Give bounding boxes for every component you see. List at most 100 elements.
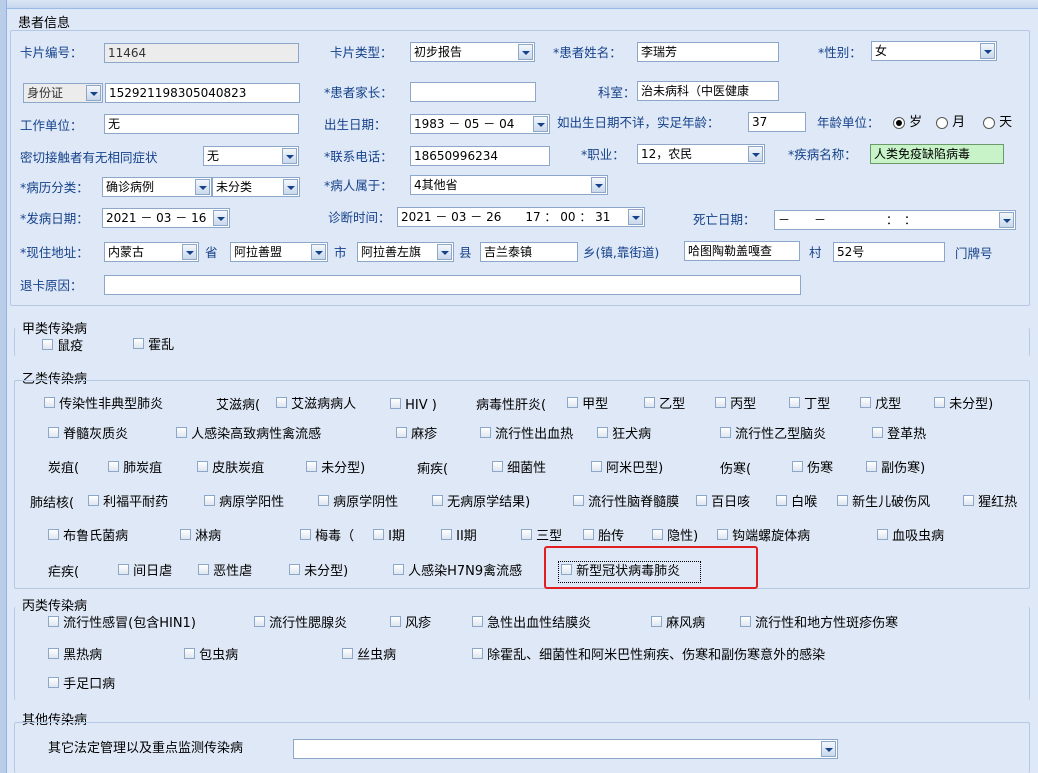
birth-date-picker[interactable]: 1983 － 05 － 04 xyxy=(410,114,550,134)
cb-aids-patient[interactable]: 艾滋病病人 xyxy=(276,395,356,415)
id-type-select[interactable]: 身份证 xyxy=(23,83,103,103)
cb-conjunctivitis[interactable]: 急性出血性结膜炎 xyxy=(472,614,591,634)
belong-select[interactable]: 4其他省 xyxy=(410,175,608,195)
checkbox-icon[interactable] xyxy=(44,397,55,408)
checkbox-icon[interactable] xyxy=(740,616,751,627)
chevron-down-icon[interactable] xyxy=(748,146,763,162)
cb-leptospirosis[interactable]: 钩端螺旋体病 xyxy=(717,527,810,547)
diag-time-picker[interactable]: 2021 － 03 － 26 17 ： 00 ： 31 xyxy=(397,207,645,227)
checkbox-icon[interactable] xyxy=(390,398,401,409)
age-unit-year[interactable]: 岁 xyxy=(893,113,922,133)
cb-echinococcosis[interactable]: 包虫病 xyxy=(184,646,238,666)
checkbox-icon[interactable] xyxy=(872,427,883,438)
checkbox-icon[interactable] xyxy=(583,529,594,540)
checkbox-icon[interactable] xyxy=(289,564,300,575)
cb-malaria-u[interactable]: 未分型) xyxy=(289,562,348,582)
chevron-down-icon[interactable] xyxy=(437,244,452,260)
checkbox-icon[interactable] xyxy=(573,495,584,506)
town-field[interactable]: 吉兰泰镇 xyxy=(480,242,578,262)
chevron-down-icon[interactable] xyxy=(213,210,228,226)
cb-tb-rif[interactable]: 利福平耐药 xyxy=(88,493,168,513)
cb-h7n9[interactable]: 人感染H7N9禽流感 xyxy=(393,562,522,582)
cb-hiv[interactable]: HIV ) xyxy=(390,396,437,416)
cb-polio[interactable]: 脊髓灰质炎 xyxy=(48,425,128,445)
cb-syp-3[interactable]: 三型 xyxy=(521,527,562,547)
checkbox-icon[interactable] xyxy=(934,397,945,408)
province-select[interactable]: 内蒙古 xyxy=(104,242,199,262)
checkbox-icon[interactable] xyxy=(651,616,662,627)
cb-diphtheria[interactable]: 白喉 xyxy=(776,493,817,513)
checkbox-icon[interactable] xyxy=(877,529,888,540)
checkbox-icon[interactable] xyxy=(48,427,59,438)
cb-gonorrhea[interactable]: 淋病 xyxy=(180,527,221,547)
checkbox-icon[interactable] xyxy=(48,677,59,688)
disease-name-field[interactable]: 人类免疫缺陷病毒 xyxy=(870,144,1004,164)
checkbox-icon[interactable] xyxy=(118,564,129,575)
checkbox-icon[interactable] xyxy=(197,461,208,472)
checkbox-icon[interactable] xyxy=(644,397,655,408)
cb-tb-neg[interactable]: 病原学阴性 xyxy=(318,493,398,513)
work-field[interactable]: 无 xyxy=(104,114,299,134)
age-field[interactable]: 37 xyxy=(748,112,806,132)
cb-syp-5[interactable]: 隐性) xyxy=(652,527,698,547)
other-disease-select[interactable] xyxy=(293,739,838,759)
checkbox-icon[interactable] xyxy=(717,529,728,540)
village-field[interactable]: 哈图陶勒盖嘎查 xyxy=(684,241,800,261)
county-select[interactable]: 阿拉善左旗 xyxy=(357,242,454,262)
cb-tb-none[interactable]: 无病原学结果) xyxy=(432,493,530,513)
cb-syp-2[interactable]: II期 xyxy=(441,527,477,547)
cb-mumps[interactable]: 流行性腮腺炎 xyxy=(254,614,347,634)
checkbox-icon[interactable] xyxy=(521,529,532,540)
cb-pertussis[interactable]: 百日咳 xyxy=(696,493,750,513)
cb-hfrs[interactable]: 流行性出血热 xyxy=(480,425,573,445)
cb-anthrax-u[interactable]: 未分型) xyxy=(306,459,365,479)
chevron-down-icon[interactable] xyxy=(182,244,197,260)
chevron-down-icon[interactable] xyxy=(980,43,995,59)
checkbox-icon[interactable] xyxy=(48,529,59,540)
cb-syphilis[interactable]: 梅毒（ xyxy=(300,527,354,547)
cb-tb-pos[interactable]: 病原学阳性 xyxy=(204,493,284,513)
class-a-plague[interactable]: 鼠疫 xyxy=(42,337,83,357)
checkbox-icon[interactable] xyxy=(837,495,848,506)
checkbox-icon[interactable] xyxy=(567,397,578,408)
checkbox-icon[interactable] xyxy=(492,461,503,472)
chevron-down-icon[interactable] xyxy=(821,741,836,757)
radio-selected-icon[interactable] xyxy=(893,116,905,129)
chevron-down-icon[interactable] xyxy=(999,212,1014,228)
cb-dengue[interactable]: 登革热 xyxy=(872,425,926,445)
case-subclass-select[interactable]: 未分类 xyxy=(212,177,300,197)
checkbox-icon[interactable] xyxy=(393,564,404,575)
checkbox-icon[interactable] xyxy=(432,495,443,506)
door-field[interactable]: 52号 xyxy=(833,242,945,262)
cb-covid19[interactable]: 新型冠状病毒肺炎 xyxy=(558,561,702,583)
checkbox-icon[interactable] xyxy=(561,564,572,575)
cb-measles[interactable]: 麻疹 xyxy=(396,425,437,445)
checkbox-icon[interactable] xyxy=(472,648,483,659)
age-unit-month[interactable]: 月 xyxy=(936,113,965,133)
checkbox-icon[interactable] xyxy=(88,495,99,506)
checkbox-icon[interactable] xyxy=(396,427,407,438)
card-no-field[interactable]: 11464 xyxy=(104,43,299,63)
checkbox-icon[interactable] xyxy=(133,338,144,349)
city-select[interactable]: 阿拉善盟 xyxy=(230,242,328,262)
checkbox-icon[interactable] xyxy=(108,461,119,472)
cb-rabies[interactable]: 狂犬病 xyxy=(597,425,651,445)
checkbox-icon[interactable] xyxy=(42,339,53,350)
cb-rubella[interactable]: 风疹 xyxy=(390,614,431,634)
checkbox-icon[interactable] xyxy=(866,461,877,472)
death-date-picker[interactable]: － － ： ： xyxy=(774,210,1016,230)
onset-date-picker[interactable]: 2021 － 03 － 16 xyxy=(102,208,230,228)
job-select[interactable]: 12，农民 xyxy=(637,144,765,164)
checkbox-icon[interactable] xyxy=(342,648,353,659)
checkbox-icon[interactable] xyxy=(176,427,187,438)
class-a-cholera[interactable]: 霍乱 xyxy=(133,336,174,356)
cb-infectious-diarrhea[interactable]: 除霍乱、细菌性和阿米巴性痢疾、伤寒和副伤寒意外的感染 xyxy=(472,646,825,666)
age-unit-day[interactable]: 天 xyxy=(983,113,1012,133)
dept-field[interactable]: 治未病科（中医健康 xyxy=(637,81,779,101)
cb-filariasis[interactable]: 丝虫病 xyxy=(342,646,396,666)
chevron-down-icon[interactable] xyxy=(533,116,548,132)
checkbox-icon[interactable] xyxy=(715,397,726,408)
cb-hep-a[interactable]: 甲型 xyxy=(567,395,608,415)
case-class-select[interactable]: 确诊病例 xyxy=(102,177,212,197)
chevron-down-icon[interactable] xyxy=(591,177,606,193)
